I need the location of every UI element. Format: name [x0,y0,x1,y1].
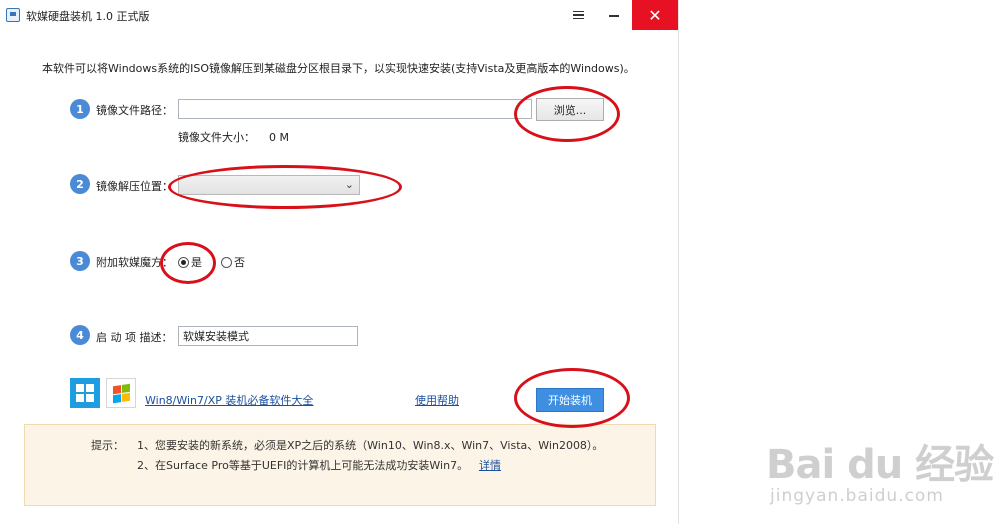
details-link[interactable]: 详情 [479,457,501,473]
watermark-text: Bai du 经验 [766,442,994,488]
help-link[interactable]: 使用帮助 [415,392,459,408]
step-1-badge: 1 [70,99,90,119]
boot-description-label: 启 动 项 描述： [96,331,173,344]
boot-description-input[interactable] [178,326,358,346]
addon-yes-radio[interactable]: 是 [178,254,202,270]
intro-text: 本软件可以将Windows系统的ISO镜像解压到某磁盘分区根目录下，以实现快速安… [42,62,635,75]
tips-prefix: 提示： [91,439,124,452]
tips-panel: 提示： 1、您要安装的新系统，必须是XP之后的系统（Win10、Win8.x、W… [24,424,656,506]
browse-button[interactable]: 浏览... [536,98,604,121]
radio-unchecked-icon [221,256,232,268]
tip-line-2: 2、在Surface Pro等基于UEFI的计算机上可能无法成功安装Win7。 [137,459,469,472]
windows7-logo-icon[interactable] [106,378,136,408]
close-button[interactable]: ✕ [632,0,678,30]
app-icon [6,8,20,22]
window-title: 软媒硬盘装机 1.0 正式版 [26,10,150,23]
image-size-label: 镜像文件大小： [178,131,255,144]
baidu-watermark: Bai du 经验 jingyan.baidu.com [766,432,994,518]
software-collection-link[interactable]: Win8/Win7/XP 装机必备软件大全 [145,392,313,408]
addon-no-radio[interactable]: 否 [221,254,245,270]
watermark-url: jingyan.baidu.com [770,486,944,506]
image-path-label: 镜像文件路径： [96,104,173,117]
close-icon: ✕ [648,5,662,25]
windows8-logo-icon[interactable] [70,378,100,408]
image-size-row: 镜像文件大小： 0 M [178,129,289,145]
extract-location-select[interactable]: ⌄ [178,175,360,195]
menu-button[interactable] [560,0,596,30]
radio-checked-icon [178,256,189,268]
step-3-badge: 3 [70,251,90,271]
addon-label: 附加软媒魔方： [96,256,173,269]
addon-no-label: 否 [234,256,245,269]
image-path-input[interactable] [178,99,532,119]
addon-yes-label: 是 [191,256,202,269]
start-install-button[interactable]: 开始装机 [536,388,604,412]
extract-location-label: 镜像解压位置： [96,180,173,193]
title-bar: 软媒硬盘装机 1.0 正式版 ✕ [0,0,678,30]
step-4-badge: 4 [70,325,90,345]
image-size-value: 0 M [269,131,289,144]
minimize-button[interactable] [596,0,632,30]
tip-line-1: 1、您要安装的新系统，必须是XP之后的系统（Win10、Win8.x、Win7、… [137,439,604,452]
hamburger-icon [572,10,584,20]
app-window: 软媒硬盘装机 1.0 正式版 ✕ 本软件可以将Windows系统的ISO镜像解压… [0,0,679,524]
step-2-badge: 2 [70,174,90,194]
chevron-down-icon: ⌄ [344,178,354,191]
